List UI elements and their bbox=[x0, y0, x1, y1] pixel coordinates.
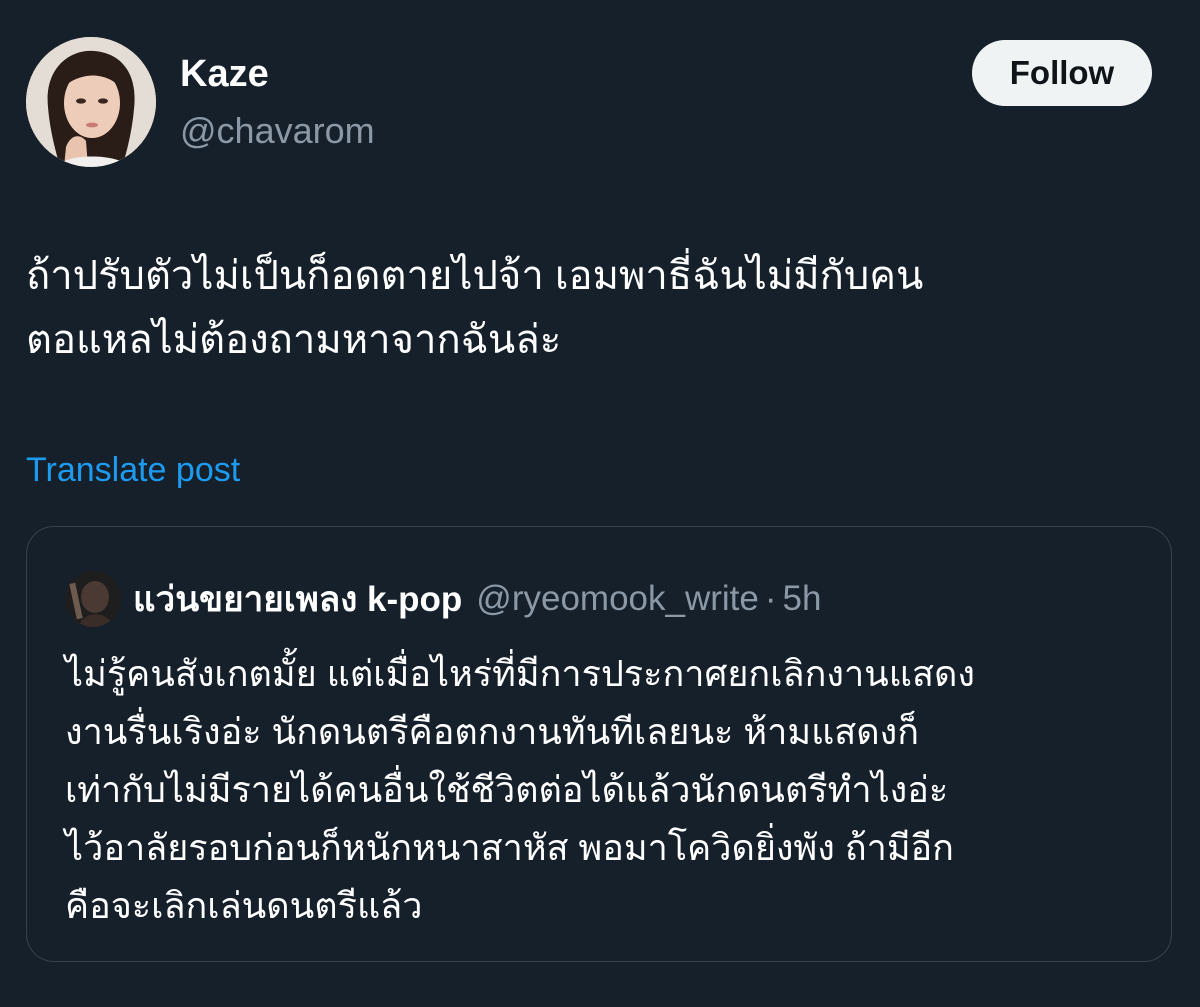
quoted-post-time: 5h bbox=[782, 579, 822, 618]
separator-dot: · bbox=[764, 579, 777, 618]
author-display-name[interactable]: Kaze bbox=[180, 50, 269, 98]
quoted-post-header: แว่นขยายเพลง k-pop @ryeomook_write · 5h bbox=[133, 575, 821, 623]
author-handle[interactable]: @chavarom bbox=[180, 108, 375, 154]
profile-photo-icon bbox=[26, 37, 156, 167]
follow-button[interactable]: Follow bbox=[972, 40, 1152, 106]
quoted-post-card[interactable]: แว่นขยายเพลง k-pop @ryeomook_write · 5h … bbox=[26, 526, 1172, 962]
quoted-author-name: แว่นขยายเพลง k-pop bbox=[133, 579, 463, 619]
quoted-profile-photo-icon bbox=[65, 571, 121, 627]
post: Kaze @chavarom Follow ถ้าปรับตัวไม่เป็นก… bbox=[0, 0, 1200, 1007]
translate-post-link[interactable]: Translate post bbox=[26, 448, 240, 492]
quoted-author-handle: @ryeomook_write bbox=[476, 579, 759, 618]
quoted-post-text: ไม่รู้คนสังเกตมั้ย แต่เมื่อไหร่ที่มีการป… bbox=[65, 653, 975, 926]
post-text: ถ้าปรับตัวไม่เป็นก็อดตายไปจ้า เอมพาธี่ฉั… bbox=[26, 254, 924, 362]
author-avatar[interactable] bbox=[26, 37, 156, 167]
quoted-author-avatar bbox=[65, 571, 121, 627]
